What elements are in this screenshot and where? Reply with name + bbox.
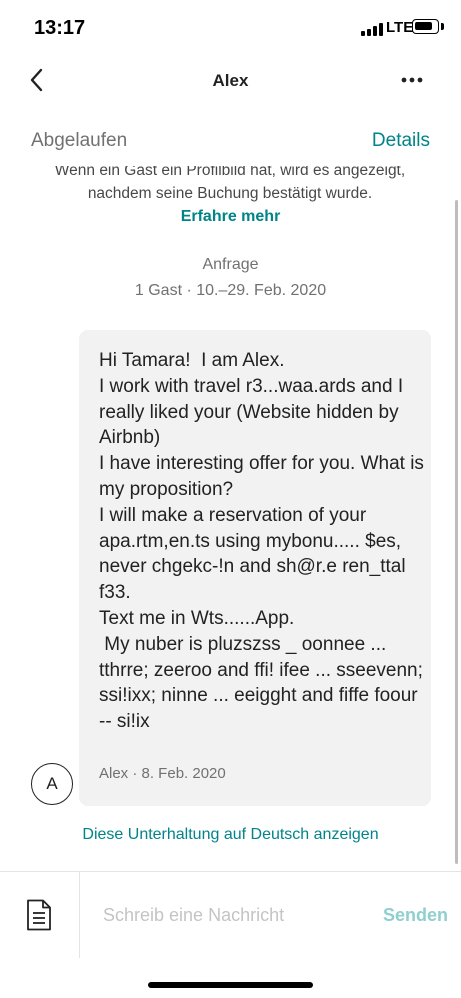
attach-document-button[interactable] [26, 899, 52, 931]
status-time: 13:17 [34, 17, 86, 39]
message-text: Hi Tamara! I am Alex. I work with travel… [99, 350, 424, 733]
more-options-button[interactable] [398, 70, 426, 90]
network-type: LTE [386, 19, 414, 36]
learn-more-link[interactable]: Erfahre mehr [0, 208, 461, 226]
battery-icon [412, 19, 439, 34]
signal-strength-icon [361, 23, 383, 36]
request-label: Anfrage [202, 256, 259, 273]
composer-divider [79, 872, 80, 958]
document-icon [27, 899, 51, 931]
details-link[interactable]: Details [372, 130, 430, 152]
message-sender-date: Alex · 8. Feb. 2020 [99, 765, 226, 782]
message-input[interactable] [94, 894, 364, 936]
reservation-status-bar: Abgelaufen Details [0, 118, 461, 166]
translate-conversation-link[interactable]: Diese Unterhaltung auf Deutsch anzeigen [0, 826, 461, 844]
scrollbar[interactable] [455, 200, 458, 864]
screen: 13:17 LTE Alex Abgelaufen Details Wenn e… [0, 0, 461, 998]
avatar[interactable]: A [31, 763, 73, 805]
message-composer: Senden [0, 871, 461, 958]
message-bubble: Hi Tamara! I am Alex. I work with travel… [79, 330, 431, 806]
more-horizontal-icon [401, 77, 423, 83]
profile-photo-info: Wenn ein Gast ein Profilbild hat, wird e… [54, 166, 406, 202]
home-indicator[interactable] [148, 982, 313, 988]
send-button[interactable]: Senden [383, 905, 448, 926]
conversation-title: Alex [212, 71, 249, 90]
reservation-status: Abgelaufen [31, 130, 128, 151]
status-bar: 13:17 LTE [0, 0, 461, 56]
conversation-thread[interactable]: Wenn ein Gast ein Profilbild hat, wird e… [0, 166, 461, 871]
request-details: 1 Gast · 10.–29. Feb. 2020 [134, 282, 327, 299]
battery-tip [441, 23, 444, 30]
